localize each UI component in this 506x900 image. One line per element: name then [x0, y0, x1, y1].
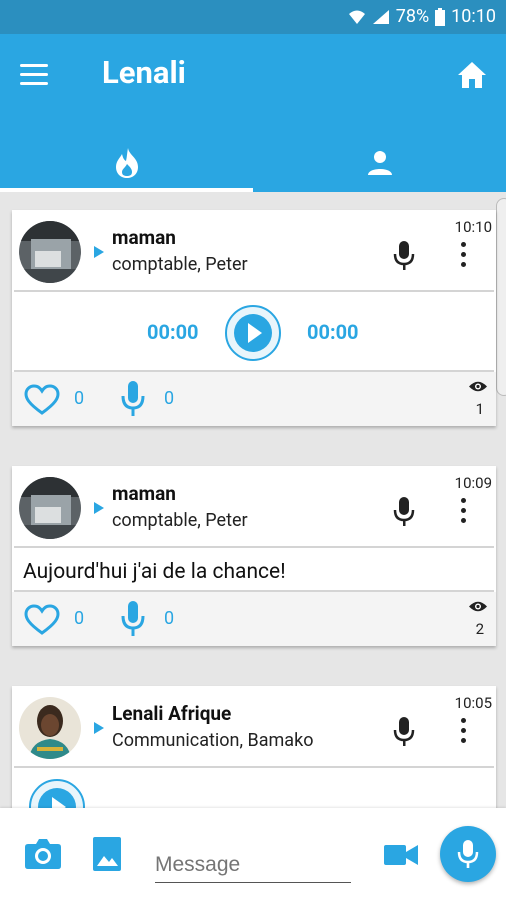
menu-icon[interactable] [20, 64, 48, 86]
clock: 10:10 [451, 6, 496, 27]
battery-percent: 78% [395, 6, 430, 27]
eye-icon [469, 381, 487, 392]
more-options-icon[interactable] [458, 498, 468, 526]
like-icon[interactable] [24, 384, 60, 416]
app-bar: Lenali [0, 34, 506, 192]
like-icon[interactable] [24, 604, 60, 636]
post-time: 10:09 [454, 474, 492, 492]
more-options-icon[interactable] [458, 242, 468, 270]
person-icon [367, 151, 392, 175]
image-icon[interactable] [92, 836, 122, 872]
post-card: Lenali Afrique Communication, Bamako 10:… [12, 686, 496, 835]
view-count: 1 [475, 400, 484, 418]
like-count: 0 [74, 608, 85, 629]
app-title: Lenali [102, 54, 186, 91]
post-actions: 0 0 2 [12, 592, 496, 646]
divider [14, 766, 494, 768]
like-count: 0 [74, 388, 85, 409]
signal-icon [372, 9, 389, 24]
video-camera-icon[interactable] [384, 844, 418, 866]
author-name[interactable]: maman [112, 226, 176, 249]
status-bar: 78% 10:10 [0, 0, 506, 34]
post-header: Lenali Afrique Communication, Bamako 10:… [12, 686, 496, 768]
post-header: maman comptable, Peter 10:09 [12, 466, 496, 548]
voice-reply-count: 0 [164, 608, 175, 629]
eye-icon [469, 601, 487, 612]
author-subtitle: comptable, Peter [112, 254, 248, 275]
avatar[interactable] [19, 477, 81, 539]
mic-icon [457, 840, 479, 868]
play-arrow-icon [94, 502, 104, 514]
avatar[interactable] [19, 697, 81, 759]
post-header: maman comptable, Peter 10:10 [12, 210, 496, 292]
post-card: maman comptable, Peter 10:10 00:00 00:00… [12, 210, 496, 426]
tab-bar [0, 134, 506, 192]
flame-icon [115, 148, 138, 178]
author-name[interactable]: maman [112, 482, 176, 505]
view-count: 2 [475, 620, 484, 638]
play-arrow-icon [94, 722, 104, 734]
play-button[interactable] [224, 304, 282, 362]
author-subtitle: Communication, Bamako [112, 730, 314, 751]
wifi-icon [348, 10, 365, 24]
author-subtitle: comptable, Peter [112, 510, 248, 531]
avatar[interactable] [19, 221, 81, 283]
tab-feed[interactable] [0, 134, 253, 192]
battery-icon [435, 7, 446, 26]
tab-profile[interactable] [253, 134, 506, 192]
message-composer [0, 808, 506, 900]
audio-player: 00:00 00:00 [12, 294, 496, 372]
divider [14, 290, 494, 292]
voice-reply-icon[interactable] [120, 380, 146, 418]
mic-icon[interactable] [392, 496, 416, 528]
post-time: 10:10 [454, 218, 492, 236]
post-message: Aujourd'hui j'ai de la chance! [23, 560, 286, 584]
post-actions: 0 0 1 [12, 372, 496, 426]
tab-indicator [0, 188, 253, 192]
audio-total-time: 00:00 [307, 320, 359, 344]
mic-icon[interactable] [392, 716, 416, 748]
more-options-icon[interactable] [458, 718, 468, 746]
record-voice-button[interactable] [440, 826, 496, 882]
edge-handle[interactable] [496, 198, 506, 396]
home-icon[interactable] [456, 60, 488, 90]
audio-current-time: 00:00 [147, 320, 199, 344]
camera-icon[interactable] [24, 838, 62, 870]
divider [14, 546, 494, 548]
play-arrow-icon [94, 246, 104, 258]
post-card: maman comptable, Peter 10:09 Aujourd'hui… [12, 466, 496, 646]
message-input[interactable] [155, 848, 351, 883]
mic-icon[interactable] [392, 240, 416, 272]
voice-reply-icon[interactable] [120, 600, 146, 638]
post-time: 10:05 [454, 694, 492, 712]
author-name[interactable]: Lenali Afrique [112, 702, 231, 725]
voice-reply-count: 0 [164, 388, 175, 409]
